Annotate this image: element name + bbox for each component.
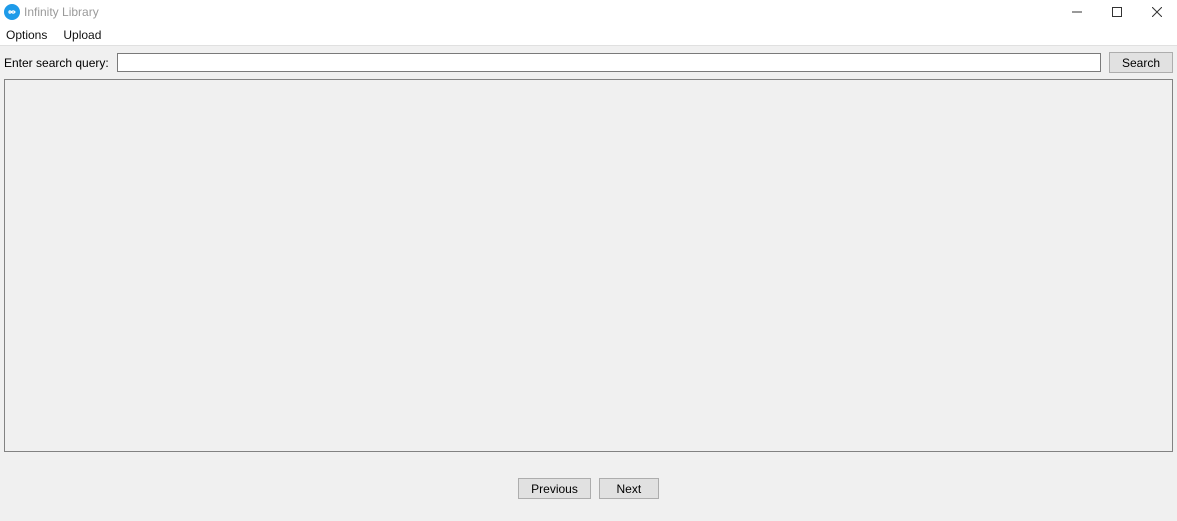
infinity-icon xyxy=(6,6,18,18)
menubar: Options Upload xyxy=(0,24,1177,46)
close-icon xyxy=(1152,7,1162,17)
search-button[interactable]: Search xyxy=(1109,52,1173,73)
maximize-icon xyxy=(1112,7,1122,17)
app-icon xyxy=(4,4,20,20)
minimize-icon xyxy=(1072,7,1082,17)
pagination: Previous Next xyxy=(0,456,1177,499)
search-label: Enter search query: xyxy=(4,56,109,70)
search-input[interactable] xyxy=(117,53,1101,72)
results-area xyxy=(4,79,1173,452)
window-controls xyxy=(1057,0,1177,24)
previous-button[interactable]: Previous xyxy=(518,478,591,499)
search-row: Enter search query: Search xyxy=(0,46,1177,79)
minimize-button[interactable] xyxy=(1057,0,1097,24)
menu-upload[interactable]: Upload xyxy=(59,26,109,44)
titlebar: Infinity Library xyxy=(0,0,1177,24)
next-button[interactable]: Next xyxy=(599,478,659,499)
window-title: Infinity Library xyxy=(24,5,99,19)
maximize-button[interactable] xyxy=(1097,0,1137,24)
close-button[interactable] xyxy=(1137,0,1177,24)
menu-options[interactable]: Options xyxy=(2,26,55,44)
